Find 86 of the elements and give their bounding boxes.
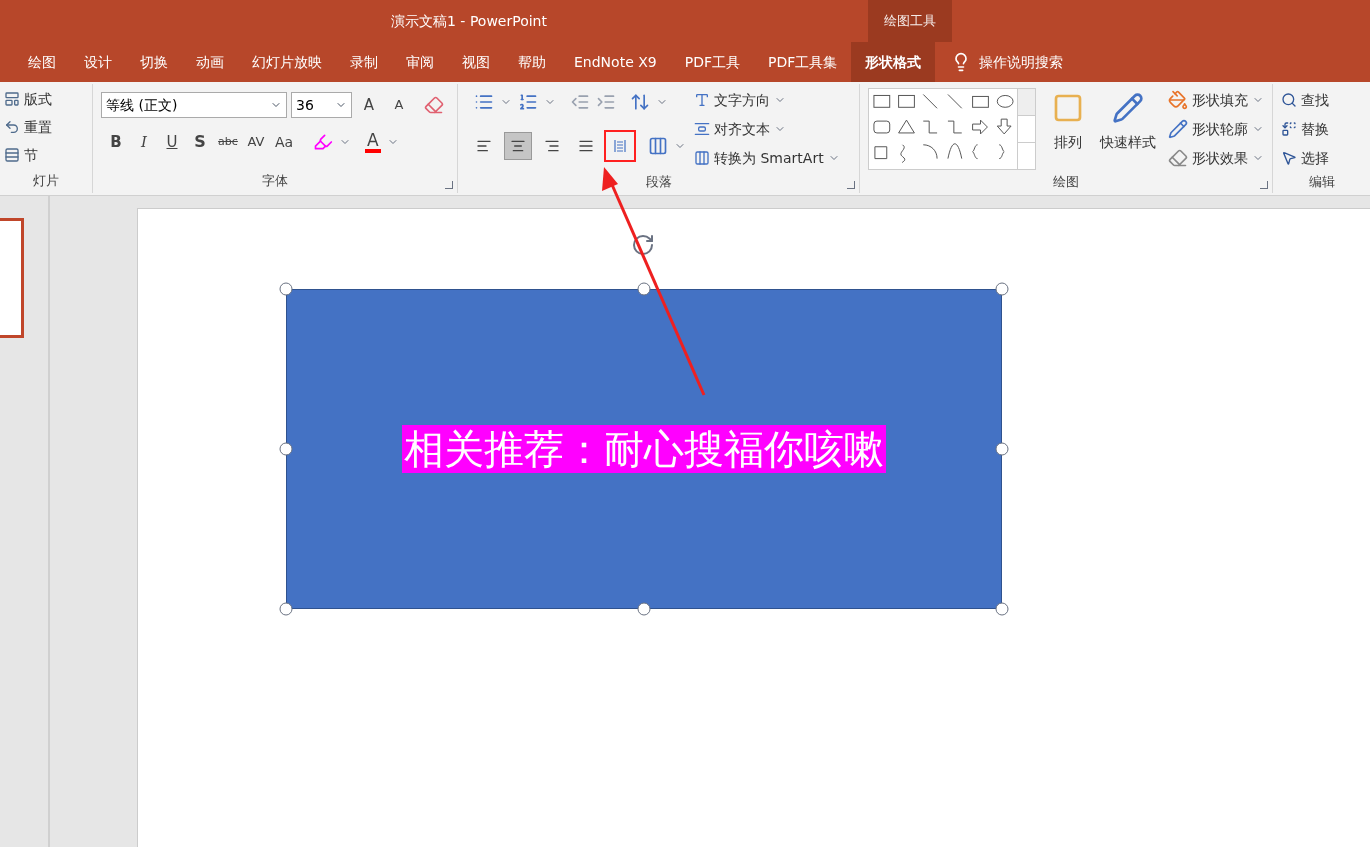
grow-font-button[interactable]: A xyxy=(356,93,382,117)
editing-command-icon xyxy=(1281,150,1297,166)
ribbon-tab[interactable]: 录制 xyxy=(336,42,392,82)
bullets-icon[interactable] xyxy=(474,92,494,112)
line-spacing-icon[interactable] xyxy=(630,92,650,112)
dialog-launcher-icon[interactable] xyxy=(847,181,855,189)
slide-command[interactable]: 重置 xyxy=(4,116,84,138)
group-label: 段落 xyxy=(645,172,672,191)
text-command-icon xyxy=(694,121,710,137)
slide-command[interactable]: 版式 xyxy=(4,88,84,110)
resize-handle[interactable] xyxy=(279,442,293,456)
shape-format-icon xyxy=(1168,90,1188,110)
window-title: 演示文稿1 - PowerPoint xyxy=(391,11,547,31)
shape-format-command[interactable]: 形状填充 xyxy=(1168,88,1264,112)
quick-styles-button[interactable]: 快速样式 xyxy=(1100,88,1156,170)
clear-formatting-icon[interactable] xyxy=(424,95,444,115)
font-style-button[interactable]: abc xyxy=(217,133,239,151)
slide-command[interactable]: 节 xyxy=(4,144,84,166)
resize-handle[interactable] xyxy=(637,282,651,296)
slide-command-icon xyxy=(4,91,20,107)
square-icon xyxy=(1052,92,1084,124)
editing-command-icon xyxy=(1281,121,1297,137)
dialog-launcher-icon[interactable] xyxy=(1260,181,1268,189)
shapes-gallery[interactable] xyxy=(868,88,1036,170)
ribbon-tab[interactable]: 设计 xyxy=(70,42,126,82)
font-style-button[interactable]: B xyxy=(105,130,127,154)
slide-command-icon xyxy=(4,119,20,135)
align-lines-icon xyxy=(544,138,560,154)
ribbon-tab[interactable]: EndNote X9 xyxy=(560,42,671,82)
ribbon-tab[interactable]: 幻灯片放映 xyxy=(238,42,336,82)
ribbon-tab[interactable]: 形状格式 xyxy=(851,42,936,82)
ribbon-tab[interactable]: 审阅 xyxy=(392,42,448,82)
shape-format-icon xyxy=(1168,148,1188,168)
editing-command[interactable]: 选择 xyxy=(1281,146,1362,170)
numbering-icon[interactable] xyxy=(518,92,538,112)
text-command-icon xyxy=(694,92,710,108)
ribbon-tab[interactable]: 动画 xyxy=(182,42,238,82)
editing-command-icon xyxy=(1281,92,1297,108)
shrink-font-button[interactable]: A xyxy=(386,95,412,115)
resize-handle[interactable] xyxy=(995,602,1009,616)
ribbon-tab[interactable]: PDF工具 xyxy=(670,42,754,82)
slide-thumbnail[interactable] xyxy=(0,218,24,338)
group-label: 绘图 xyxy=(1053,172,1079,191)
shape-format-icon xyxy=(1168,119,1188,139)
font-name-field[interactable]: 等线 (正文) xyxy=(101,92,287,118)
ribbon-tab[interactable]: 视图 xyxy=(448,42,504,82)
resize-handle[interactable] xyxy=(279,282,293,296)
tell-me-search[interactable]: 操作说明搜索 xyxy=(979,51,1064,73)
ribbon-tab[interactable]: PDF工具集 xyxy=(754,42,852,82)
dialog-launcher-icon[interactable] xyxy=(445,181,453,189)
brush-icon xyxy=(1112,92,1144,124)
text-command[interactable]: 对齐文本 xyxy=(694,117,840,141)
ribbon-tab[interactable]: 帮助 xyxy=(504,42,560,82)
align-button[interactable] xyxy=(504,132,532,160)
font-style-button[interactable]: S xyxy=(189,130,211,154)
ribbon-tab[interactable]: 切换 xyxy=(126,42,182,82)
group-label: 编辑 xyxy=(1308,172,1335,191)
font-style-button[interactable]: AV xyxy=(245,132,267,152)
text-command[interactable]: 转换为 SmartArt xyxy=(694,146,840,170)
editing-command[interactable]: 查找 xyxy=(1281,88,1362,112)
font-size-field[interactable]: 36 xyxy=(291,92,352,118)
shape-format-command[interactable]: 形状轮廓 xyxy=(1168,117,1264,141)
distributed-lines-icon xyxy=(612,138,628,154)
slide-command-icon xyxy=(4,147,20,163)
font-color-button[interactable]: A xyxy=(365,131,381,153)
highlighter-icon[interactable] xyxy=(313,132,333,152)
align-lines-icon xyxy=(510,138,526,154)
font-style-button[interactable]: U xyxy=(161,130,183,154)
resize-handle[interactable] xyxy=(279,602,293,616)
shape-format-command[interactable]: 形状效果 xyxy=(1168,146,1264,170)
shape-text: 相关推荐：耐心搜福你咳嗽 xyxy=(402,425,886,473)
font-style-button[interactable]: I xyxy=(133,130,155,154)
context-tab-label: 绘图工具 xyxy=(884,12,936,31)
align-lines-icon xyxy=(476,138,492,154)
text-command[interactable]: 文字方向 xyxy=(694,88,840,112)
columns-icon[interactable] xyxy=(648,136,668,156)
editing-command[interactable]: 替换 xyxy=(1281,117,1362,141)
group-label: 字体 xyxy=(262,172,288,191)
ribbon-tab[interactable]: 绘图 xyxy=(14,42,70,82)
group-label: 灯片 xyxy=(33,172,59,191)
arrange-button[interactable]: 排列 xyxy=(1048,88,1088,170)
text-command-icon xyxy=(694,150,710,166)
resize-handle[interactable] xyxy=(995,282,1009,296)
font-style-button[interactable]: Aa xyxy=(273,131,295,153)
align-lines-icon xyxy=(578,138,594,154)
rotate-handle-icon[interactable] xyxy=(631,233,655,257)
